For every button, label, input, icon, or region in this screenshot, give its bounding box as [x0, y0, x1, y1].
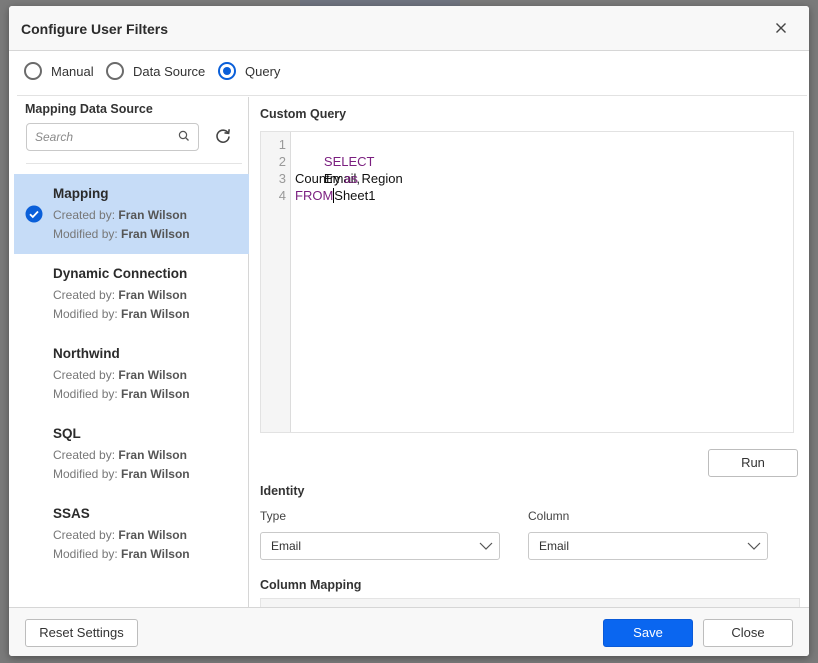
data-source-item-dynamic-connection[interactable]: Dynamic Connection Created by: Fran Wils…	[14, 254, 249, 334]
data-source-item-northwind[interactable]: Northwind Created by: Fran Wilson Modifi…	[14, 334, 249, 414]
close-button[interactable]: Close	[703, 619, 793, 647]
line-number-gutter: 1 2 3 4	[261, 132, 291, 432]
line-number: 2	[278, 154, 286, 169]
data-source-name: SQL	[53, 426, 81, 441]
code-line[interactable]: Country as Region	[295, 170, 403, 187]
modified-by-label: Modified by:	[53, 547, 118, 561]
modified-by-label: Modified by:	[53, 387, 118, 401]
modified-by: Modified by: Fran Wilson	[53, 307, 190, 321]
created-by: Created by: Fran Wilson	[53, 448, 187, 462]
search-icon[interactable]	[178, 130, 190, 142]
modified-by-value: Fran Wilson	[121, 547, 190, 561]
refresh-icon[interactable]	[214, 127, 232, 145]
column-label: Column	[528, 509, 570, 523]
created-by-label: Created by:	[53, 528, 116, 542]
radio-data-source-label: Data Source	[133, 63, 206, 79]
configure-user-filters-dialog: Configure User Filters Manual Data Sourc…	[9, 6, 809, 656]
created-by-value: Fran Wilson	[118, 448, 187, 462]
modified-by-label: Modified by:	[53, 467, 118, 481]
radio-data-source-circle[interactable]	[106, 62, 124, 80]
data-source-name: SSAS	[53, 506, 90, 521]
save-button[interactable]: Save	[603, 619, 693, 647]
radio-manual-circle[interactable]	[24, 62, 42, 80]
radio-query-label: Query	[245, 63, 281, 79]
column-select-value: Email	[539, 539, 570, 553]
reset-settings-button[interactable]: Reset Settings	[25, 619, 138, 647]
sql-keyword: as	[344, 171, 358, 186]
close-icon[interactable]	[771, 18, 791, 38]
modified-by: Modified by: Fran Wilson	[53, 227, 190, 241]
type-label: Type	[260, 509, 287, 523]
sql-identifier: Sheet1	[334, 188, 376, 203]
line-number: 3	[278, 171, 286, 186]
dialog-footer: Reset Settings Save Close	[9, 607, 809, 656]
column-mapping-title: Column Mapping	[260, 578, 362, 592]
search-box[interactable]	[26, 123, 199, 151]
line-number: 4	[278, 188, 286, 203]
run-button[interactable]: Run	[708, 449, 798, 477]
created-by-label: Created by:	[53, 208, 116, 222]
data-source-list: Mapping Created by: Fran Wilson Modified…	[14, 174, 249, 574]
data-source-item-ssas[interactable]: SSAS Created by: Fran Wilson Modified by…	[14, 494, 249, 574]
code-line[interactable]: FROMSheet1	[295, 187, 375, 204]
radio-data-source[interactable]: Data Source	[106, 62, 205, 80]
query-editor[interactable]: 1 2 3 4 SELECT Email, Country as Region …	[260, 131, 794, 433]
mapping-data-source-panel: Mapping Data Source Mapping Created by: …	[14, 97, 249, 607]
line-number: 1	[278, 137, 286, 152]
created-by-label: Created by:	[53, 288, 116, 302]
identity-title: Identity	[260, 484, 305, 498]
modified-by-value: Fran Wilson	[121, 307, 190, 321]
created-by-value: Fran Wilson	[118, 528, 187, 542]
data-source-item-sql[interactable]: SQL Created by: Fran Wilson Modified by:…	[14, 414, 249, 494]
created-by: Created by: Fran Wilson	[53, 368, 187, 382]
created-by-value: Fran Wilson	[118, 288, 187, 302]
sql-identifier: Region	[357, 171, 403, 186]
check-circle-icon	[25, 205, 43, 223]
created-by-label: Created by:	[53, 448, 116, 462]
left-divider	[26, 163, 242, 164]
query-panel: Custom Query 1 2 3 4 SELECT Email, Count…	[250, 97, 809, 618]
created-by-label: Created by:	[53, 368, 116, 382]
dialog-title: Configure User Filters	[21, 21, 169, 37]
created-by: Created by: Fran Wilson	[53, 528, 187, 542]
radio-manual-label: Manual	[51, 63, 94, 79]
modified-by: Modified by: Fran Wilson	[53, 547, 190, 561]
modified-by-label: Modified by:	[53, 307, 118, 321]
mode-radio-group: Manual Data Source Query	[17, 52, 807, 96]
modified-by-value: Fran Wilson	[121, 467, 190, 481]
created-by-value: Fran Wilson	[118, 208, 187, 222]
sql-keyword: FROM	[295, 188, 334, 203]
modified-by: Modified by: Fran Wilson	[53, 387, 190, 401]
radio-manual[interactable]: Manual	[24, 62, 94, 80]
dialog-header: Configure User Filters	[9, 6, 809, 51]
chevron-down-icon	[479, 542, 493, 550]
custom-query-title: Custom Query	[260, 107, 347, 121]
sql-identifier: Country	[295, 171, 345, 186]
modified-by-value: Fran Wilson	[121, 387, 190, 401]
type-select[interactable]: Email	[260, 532, 500, 560]
created-by-value: Fran Wilson	[118, 368, 187, 382]
mapping-data-source-title: Mapping Data Source	[25, 102, 153, 116]
created-by: Created by: Fran Wilson	[53, 288, 187, 302]
modified-by-value: Fran Wilson	[121, 227, 190, 241]
chevron-down-icon	[747, 542, 761, 550]
data-source-name: Mapping	[53, 186, 109, 201]
column-select[interactable]: Email	[528, 532, 768, 560]
search-input[interactable]	[35, 129, 175, 145]
data-source-item-mapping[interactable]: Mapping Created by: Fran Wilson Modified…	[14, 174, 249, 254]
data-source-name: Northwind	[53, 346, 120, 361]
data-source-name: Dynamic Connection	[53, 266, 188, 281]
radio-query[interactable]: Query	[218, 62, 280, 80]
radio-query-circle[interactable]	[218, 62, 236, 80]
modified-by-label: Modified by:	[53, 227, 118, 241]
type-select-value: Email	[271, 539, 302, 553]
modified-by: Modified by: Fran Wilson	[53, 467, 190, 481]
created-by: Created by: Fran Wilson	[53, 208, 187, 222]
